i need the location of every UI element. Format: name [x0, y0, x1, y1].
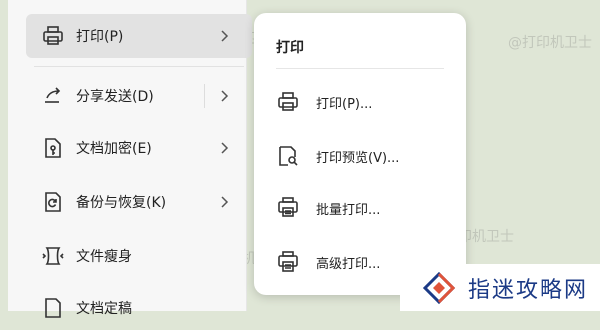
submenu-title: 打印: [276, 40, 304, 56]
separator: [204, 84, 205, 108]
chevron-right-icon[interactable]: [216, 140, 232, 156]
printer-icon: [274, 88, 302, 116]
chevron-right-icon[interactable]: [216, 88, 232, 104]
divider: [34, 66, 244, 67]
menu-item-label: 文件瘦身: [76, 249, 132, 265]
menu-item-backup[interactable]: 备份与恢复(K): [26, 180, 252, 224]
document-finalize-icon: [38, 293, 68, 323]
batch-print-option[interactable]: 批量打印...: [274, 191, 454, 225]
brand-name: 指迷攻略网: [468, 277, 589, 303]
divider: [276, 68, 444, 69]
menu-item-label: 打印(P): [76, 29, 124, 45]
menu-item-share[interactable]: 分享发送(D): [26, 74, 252, 118]
share-icon: [38, 81, 68, 111]
advanced-print-icon: [274, 248, 302, 276]
printer-icon: [38, 21, 68, 51]
batch-print-icon: [274, 194, 302, 222]
brand-logo: 指迷攻略网: [400, 264, 600, 311]
watermark: @打印机卫士: [508, 35, 592, 51]
print-option[interactable]: 打印(P)...: [274, 85, 454, 119]
menu-item-label: 分享发送(D): [76, 89, 154, 105]
menu-item-finalize[interactable]: 文档定稿: [26, 286, 252, 330]
print-preview-icon: [274, 142, 302, 170]
option-label: 高级打印...: [316, 256, 381, 272]
brand-diamond-icon: [422, 271, 456, 304]
print-preview-option[interactable]: 打印预览(V)...: [274, 139, 454, 173]
menu-item-label: 文档定稿: [76, 301, 132, 317]
menu-item-print[interactable]: 打印(P): [26, 14, 252, 58]
option-label: 批量打印...: [316, 202, 381, 218]
option-label: 打印(P)...: [316, 96, 373, 112]
print-submenu: 打印 打印(P)... 打印预览(V)... 批量打印... 高级打印...: [254, 13, 466, 295]
backup-icon: [38, 187, 68, 217]
menu-item-label: 文档加密(E): [76, 141, 152, 157]
chevron-right-icon[interactable]: [216, 28, 232, 44]
document-lock-icon: [38, 133, 68, 163]
menu-item-label: 备份与恢复(K): [76, 195, 167, 211]
file-menu-panel: 打印(P) 分享发送(D) 文档加密(E) 备份与恢复(K) 文件瘦身 文档定稿: [8, 0, 252, 318]
chevron-right-icon[interactable]: [216, 194, 232, 210]
menu-item-encrypt[interactable]: 文档加密(E): [26, 126, 252, 170]
option-label: 打印预览(V)...: [316, 150, 400, 166]
menu-item-slim[interactable]: 文件瘦身: [26, 234, 252, 278]
slim-icon: [38, 241, 68, 271]
